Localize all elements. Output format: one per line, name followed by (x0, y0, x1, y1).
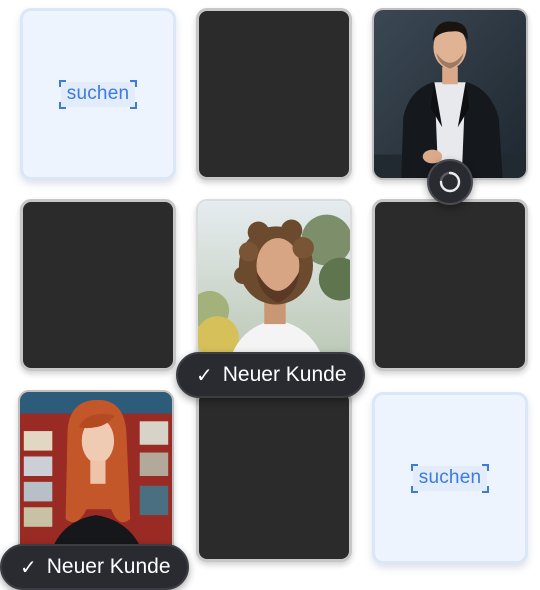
photo-tile-red-haired-woman[interactable] (18, 390, 174, 562)
search-label: suchen (66, 82, 130, 104)
empty-tile-r2c3[interactable] (372, 199, 528, 371)
empty-tile-r2c1[interactable] (20, 199, 176, 371)
red-haired-woman-photo (20, 392, 172, 560)
photo-tile-bearded-man[interactable] (196, 199, 352, 371)
badge-label: Neuer Kunde (46, 555, 171, 578)
search-tile-top-left[interactable]: suchen (20, 8, 176, 180)
photo-tile-man-suit[interactable] (372, 8, 528, 180)
search-tile-bottom-right[interactable]: suchen (372, 392, 528, 564)
loading-spinner-button[interactable] (427, 159, 473, 205)
man-suit-photo (374, 10, 526, 178)
search-label-wrap: suchen (58, 79, 138, 109)
check-icon: ✓ (20, 555, 37, 579)
search-label-wrap: suchen (410, 463, 490, 493)
empty-tile-r1c2[interactable] (196, 8, 352, 180)
new-customer-badge-bottom[interactable]: ✓ Neuer Kunde (0, 544, 189, 590)
search-label: suchen (418, 466, 482, 488)
badge-label: Neuer Kunde (222, 363, 347, 386)
check-icon: ✓ (196, 363, 213, 387)
loading-spinner-icon (439, 171, 461, 193)
bearded-man-photo (198, 201, 350, 369)
empty-tile-r3c2[interactable] (196, 390, 352, 562)
new-customer-badge-center[interactable]: ✓ Neuer Kunde (176, 352, 365, 398)
